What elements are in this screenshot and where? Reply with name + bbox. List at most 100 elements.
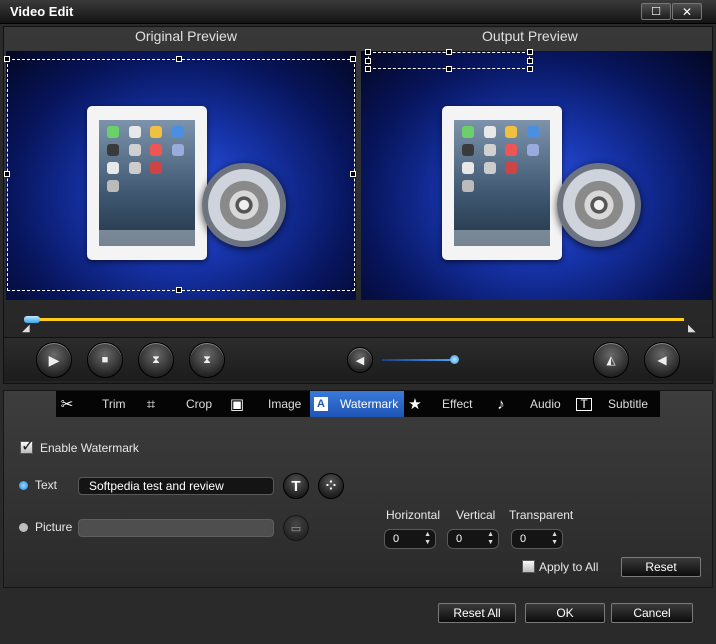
transparent-label: Transparent <box>509 508 574 522</box>
preview-area: Original Preview Output Preview ◢ ◣ ▶ ■ … <box>3 26 714 384</box>
timeline-slider[interactable]: ◢ ◣ <box>22 316 696 334</box>
crop-handle[interactable] <box>4 56 10 62</box>
flip-vertical-button[interactable]: ◀ <box>644 342 680 378</box>
watermark-handle[interactable] <box>365 49 371 55</box>
spin-arrows-icon[interactable]: ▲ ▼ <box>487 531 494 547</box>
speaker-icon: ◀ <box>355 354 365 367</box>
window-title: Video Edit <box>10 4 74 19</box>
browse-picture-button[interactable]: ▭ <box>283 515 309 541</box>
vertical-value: 0 <box>456 533 463 545</box>
flip-horizontal-button[interactable]: ◭ <box>593 342 629 378</box>
text-style-button[interactable]: T <box>283 473 309 499</box>
picture-radio[interactable] <box>19 523 28 532</box>
tab-label: Watermark <box>340 397 399 411</box>
tab-label: Crop <box>186 397 213 411</box>
close-icon: ✕ <box>681 4 693 19</box>
horizontal-spinner[interactable]: 0 ▲ ▼ <box>384 529 436 549</box>
vertical-spinner[interactable]: 0 ▲ ▼ <box>447 529 499 549</box>
play-icon: ▶ <box>48 351 60 368</box>
title-bar: Video Edit ☐ ✕ <box>0 0 716 24</box>
mark-out-button[interactable]: ⧗ <box>189 342 225 378</box>
timeline-playhead[interactable] <box>24 316 40 323</box>
watermark-handle[interactable] <box>446 49 452 55</box>
timeline-track <box>34 318 684 321</box>
text-radio[interactable] <box>19 481 28 490</box>
apply-to-all-label: Apply to All <box>539 560 599 574</box>
vertical-label: Vertical <box>456 508 496 522</box>
crop-handle[interactable] <box>176 287 182 293</box>
crop-selection-frame[interactable] <box>7 59 355 291</box>
horizontal-value: 0 <box>393 533 400 545</box>
watermark-handle[interactable] <box>365 58 371 64</box>
picture-path-input[interactable] <box>78 519 274 537</box>
enable-watermark-label: Enable Watermark <box>40 441 139 455</box>
stop-icon: ■ <box>101 354 109 366</box>
checkmark-icon: ✓ <box>21 438 35 455</box>
cancel-button[interactable]: Cancel <box>611 603 693 623</box>
watermark-handle[interactable] <box>446 66 452 72</box>
enable-watermark-checkbox[interactable]: ✓ <box>20 438 34 455</box>
transparent-spinner[interactable]: 0 ▲ ▼ <box>511 529 563 549</box>
volume-button[interactable]: ◀ <box>347 347 373 373</box>
output-preview-label: Output Preview <box>482 28 578 44</box>
transparent-value: 0 <box>520 533 527 545</box>
trim-end-marker-icon[interactable]: ◣ <box>688 323 696 334</box>
tab-label: Trim <box>102 397 126 411</box>
tab-audio[interactable]: ♪ Audio <box>492 391 574 417</box>
tab-effect[interactable]: ★ Effect <box>406 391 490 417</box>
horizontal-label: Horizontal <box>386 508 441 522</box>
tab-image[interactable]: ▣ Image <box>228 391 308 417</box>
tab-trim[interactable]: ✂ Trim <box>56 391 140 417</box>
flip-vertical-icon: ◀ <box>657 353 667 367</box>
crop-handle[interactable] <box>4 171 10 177</box>
play-button[interactable]: ▶ <box>36 342 72 378</box>
volume-slider-track[interactable] <box>382 359 456 361</box>
watermark-handle[interactable] <box>527 66 533 72</box>
text-color-button[interactable]: ⁘ <box>318 473 344 499</box>
maximize-button[interactable]: ☐ <box>641 3 671 20</box>
apply-to-all-checkbox[interactable] <box>522 560 535 573</box>
tab-label: Subtitle <box>608 397 649 411</box>
mark-out-icon: ⧗ <box>203 353 211 366</box>
watermark-handle[interactable] <box>527 58 533 64</box>
spin-arrows-icon[interactable]: ▲ ▼ <box>424 531 431 547</box>
mark-in-button[interactable]: ⧗ <box>138 342 174 378</box>
music-note-icon: ♪ <box>497 395 505 413</box>
ok-button[interactable]: OK <box>525 603 605 623</box>
close-button[interactable]: ✕ <box>672 3 702 20</box>
tab-label: Effect <box>442 397 473 411</box>
trim-start-marker-icon[interactable]: ◢ <box>22 323 30 334</box>
spin-arrows-icon[interactable]: ▲ ▼ <box>551 531 558 547</box>
crop-handle[interactable] <box>176 56 182 62</box>
stop-button[interactable]: ■ <box>87 342 123 378</box>
tab-bar: ✂ Trim ⌗ Crop ▣ Image A Watermark ★ Effe… <box>56 391 660 417</box>
volume-slider-knob[interactable] <box>450 355 459 364</box>
playback-controls: ▶ ■ ⧗ ⧗ ◀ ◭ ◀ <box>4 337 714 381</box>
tablet-image <box>442 106 562 260</box>
maximize-icon: ☐ <box>651 6 661 18</box>
scissors-icon: ✂ <box>60 396 74 413</box>
color-palette-icon: ⁘ <box>325 478 337 493</box>
text-style-icon: T <box>291 477 301 495</box>
settings-panel: ✂ Trim ⌗ Crop ▣ Image A Watermark ★ Effe… <box>3 390 713 588</box>
picture-label: Picture <box>35 520 73 534</box>
reset-button[interactable]: Reset <box>621 557 701 577</box>
crop-icon: ⌗ <box>146 395 156 413</box>
crop-handle[interactable] <box>350 56 356 62</box>
star-icon: ★ <box>408 396 422 413</box>
crop-handle[interactable] <box>350 171 356 177</box>
disc-image <box>557 163 641 247</box>
output-preview-pane <box>361 51 712 300</box>
tab-crop[interactable]: ⌗ Crop <box>142 391 226 417</box>
tab-watermark[interactable]: A Watermark <box>310 391 404 417</box>
watermark-text-input[interactable]: Softpedia test and review <box>78 477 274 495</box>
mark-in-icon: ⧗ <box>152 353 160 366</box>
image-icon: ▣ <box>229 396 245 413</box>
tab-label: Audio <box>530 397 561 411</box>
subtitle-icon: T <box>576 397 592 411</box>
reset-all-button[interactable]: Reset All <box>438 603 516 623</box>
tab-subtitle[interactable]: T Subtitle <box>576 391 660 417</box>
tab-label: Image <box>268 397 302 411</box>
watermark-handle[interactable] <box>365 66 371 72</box>
watermark-handle[interactable] <box>527 49 533 55</box>
